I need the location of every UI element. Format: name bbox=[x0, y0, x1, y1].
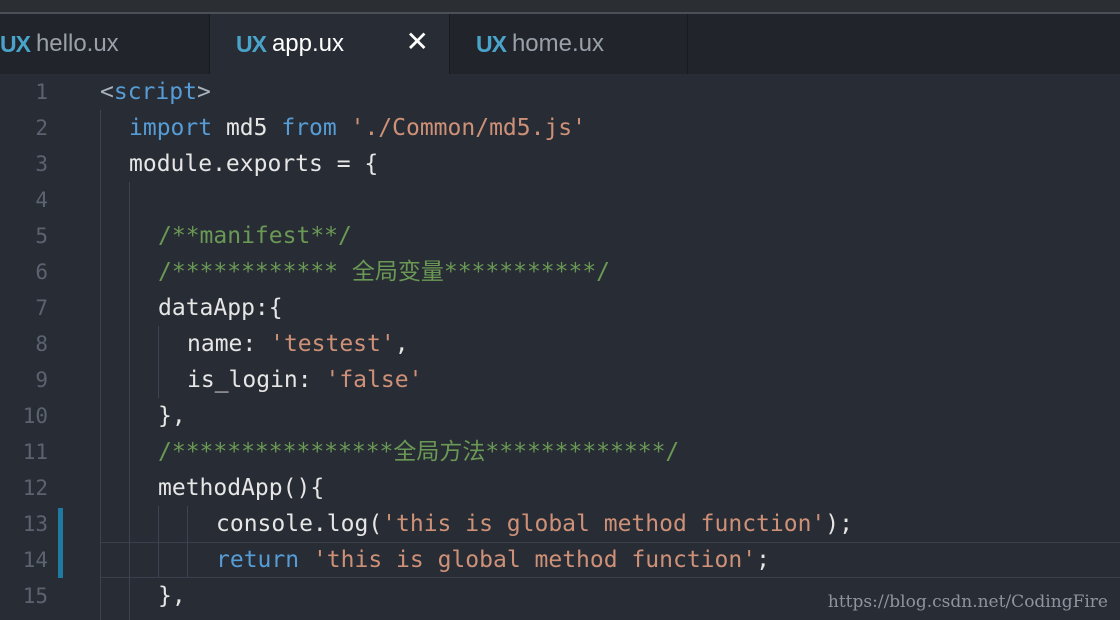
code-text: name: 'testest', bbox=[187, 326, 409, 362]
code-line[interactable]: 3 module.exports = { bbox=[0, 146, 1120, 182]
ux-file-icon: UX bbox=[476, 30, 507, 57]
code-token: is_login: bbox=[187, 367, 326, 393]
code-token: import bbox=[129, 115, 213, 141]
code-text: return 'this is global method function'; bbox=[216, 542, 770, 578]
tab-home-ux[interactable]: UX home.ux bbox=[450, 14, 688, 74]
line-number: 3 bbox=[35, 152, 48, 176]
tab-app-ux[interactable]: UX app.ux ✕ bbox=[210, 14, 450, 74]
code-token: dataApp:{ bbox=[158, 295, 283, 321]
code-token: script bbox=[113, 79, 197, 105]
code-text: dataApp:{ bbox=[158, 290, 283, 326]
code-line[interactable]: 11 /****************全局方法*************/ bbox=[0, 434, 1120, 470]
code-token: ; bbox=[756, 547, 770, 573]
code-line[interactable]: 9 is_login: 'false' bbox=[0, 362, 1120, 398]
code-text: /**manifest**/ bbox=[158, 218, 352, 254]
code-line[interactable]: 10}, bbox=[0, 398, 1120, 434]
code-line[interactable]: 13 console.log('this is global method fun… bbox=[0, 506, 1120, 542]
line-number: 5 bbox=[35, 224, 48, 248]
tab-label: home.ux bbox=[511, 30, 605, 57]
code-token: < bbox=[100, 79, 114, 105]
line-number: 2 bbox=[35, 116, 48, 140]
tab-bar: UX hello.ux UX app.ux ✕ UX home.ux bbox=[0, 14, 1120, 74]
code-token: 'false' bbox=[325, 367, 423, 393]
tab-label: hello.ux bbox=[35, 30, 119, 57]
code-token: md5 bbox=[212, 115, 282, 141]
tab-hello-ux[interactable]: UX hello.ux bbox=[0, 14, 210, 74]
code-token: ); bbox=[825, 511, 853, 537]
code-text: /************ 全局变量***********/ bbox=[158, 254, 610, 290]
code-text: }, bbox=[158, 578, 186, 614]
close-icon[interactable]: ✕ bbox=[406, 28, 429, 56]
line-number: 11 bbox=[22, 440, 48, 464]
code-editor[interactable]: 1 <script> 2 import md5 from './Common/md5.… bbox=[0, 74, 1120, 620]
code-token: 'testest' bbox=[270, 331, 395, 357]
code-text: /****************全局方法*************/ bbox=[158, 434, 679, 470]
code-token: }, bbox=[158, 583, 186, 609]
ux-file-icon: UX bbox=[0, 30, 31, 57]
line-number: 6 bbox=[35, 260, 48, 284]
code-token: return bbox=[216, 547, 300, 573]
code-line[interactable]: 14 return 'this is global method function… bbox=[0, 542, 1120, 578]
window-top-border bbox=[0, 0, 1120, 14]
code-token: /****************全局方法*************/ bbox=[158, 439, 680, 465]
line-number: 12 bbox=[22, 476, 48, 500]
line-number: 13 bbox=[22, 512, 48, 536]
code-line[interactable]: 5 /**manifest**/ bbox=[0, 218, 1120, 254]
code-line[interactable]: 6 /************ 全局变量***********/ bbox=[0, 254, 1120, 290]
code-line[interactable]: 2 import md5 from './Common/md5.js' bbox=[0, 110, 1120, 146]
code-text: module.exports = { bbox=[129, 146, 378, 182]
code-line[interactable]: 12 methodApp(){ bbox=[0, 470, 1120, 506]
code-text: }, bbox=[158, 398, 186, 434]
code-text: <script> bbox=[100, 74, 211, 110]
code-text: methodApp(){ bbox=[158, 470, 324, 506]
code-text: is_login: 'false' bbox=[187, 362, 422, 398]
code-token: }, bbox=[158, 403, 186, 429]
code-token: 'this is global method function' bbox=[312, 547, 757, 573]
code-token: './Common/md5.js' bbox=[350, 115, 586, 141]
code-token: 'this is global method function' bbox=[382, 511, 826, 537]
line-number: 8 bbox=[35, 332, 48, 356]
code-line[interactable]: 7 dataApp:{ bbox=[0, 290, 1120, 326]
ux-file-icon: UX bbox=[236, 30, 267, 57]
code-token: module.exports = { bbox=[129, 151, 379, 177]
watermark: https://blog.csdn.net/CodingFire bbox=[827, 592, 1108, 612]
line-number: 4 bbox=[35, 188, 48, 212]
line-number: 7 bbox=[35, 296, 48, 320]
code-text: import md5 from './Common/md5.js' bbox=[129, 110, 586, 146]
line-number: 15 bbox=[22, 584, 48, 608]
code-line[interactable]: 4 bbox=[0, 182, 1120, 218]
line-number: 14 bbox=[22, 548, 48, 572]
code-line[interactable]: 1 <script> bbox=[0, 74, 1120, 110]
code-token: , bbox=[394, 331, 409, 357]
line-number: 9 bbox=[35, 368, 48, 392]
tab-label: app.ux bbox=[271, 30, 345, 57]
code-token: from bbox=[281, 115, 337, 141]
line-number: 10 bbox=[22, 404, 48, 428]
code-token: console.log( bbox=[216, 511, 383, 537]
code-token: /************ 全局变量***********/ bbox=[158, 259, 611, 285]
code-token: > bbox=[196, 79, 211, 105]
code-text: console.log('this is global method funct… bbox=[216, 506, 853, 542]
code-token: methodApp(){ bbox=[158, 475, 325, 501]
code-line[interactable]: 8 name: 'testest', bbox=[0, 326, 1120, 362]
line-number: 1 bbox=[35, 80, 48, 104]
code-token: name: bbox=[187, 331, 271, 357]
code-token: /**manifest**/ bbox=[158, 223, 352, 249]
